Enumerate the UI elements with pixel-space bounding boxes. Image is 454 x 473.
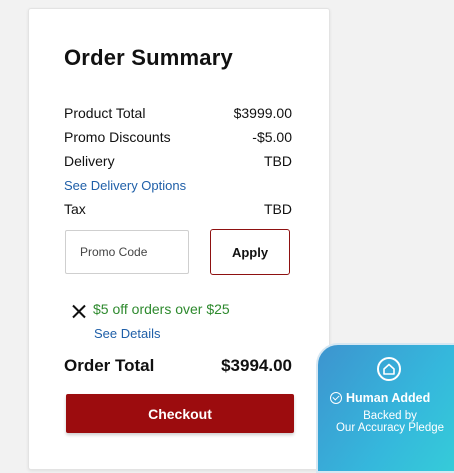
applied-promo-text: $5 off orders over $25	[93, 300, 230, 317]
human-added-label: Human Added	[330, 391, 430, 405]
accuracy-pledge-badge[interactable]: Human Added Backed by Our Accuracy Pledg…	[316, 343, 454, 473]
delivery-label: Delivery	[64, 153, 115, 169]
checkout-button[interactable]: Checkout	[66, 394, 294, 433]
human-added-text: Human Added	[346, 391, 431, 405]
apply-button[interactable]: Apply	[210, 229, 290, 275]
order-total-row: Order Total $3994.00	[64, 354, 292, 378]
tax-row: Tax TBD	[64, 199, 292, 219]
product-total-label: Product Total	[64, 105, 146, 121]
order-summary-title: Order Summary	[64, 45, 233, 70]
order-total-value: $3994.00	[221, 356, 292, 375]
promo-code-input[interactable]	[65, 230, 189, 274]
tax-label: Tax	[64, 201, 86, 217]
delivery-row: Delivery TBD	[64, 151, 292, 171]
order-summary-card: Order Summary Product Total $3999.00 Pro…	[28, 8, 330, 470]
badge-sub-line-1: Backed by	[363, 410, 417, 422]
see-details-link[interactable]: See Details	[94, 326, 160, 341]
close-icon[interactable]	[71, 304, 86, 319]
applied-promo: $5 off orders over $25	[71, 298, 230, 319]
promo-discounts-value: -$5.00	[252, 129, 292, 145]
promo-discounts-label: Promo Discounts	[64, 129, 171, 145]
see-delivery-options-link[interactable]: See Delivery Options	[64, 178, 186, 193]
tax-value: TBD	[264, 201, 292, 217]
delivery-value: TBD	[264, 153, 292, 169]
order-total-label: Order Total	[64, 356, 155, 375]
badge-sub-line-2: Our Accuracy Pledge	[335, 422, 445, 434]
badge-subtext: Backed by Our Accuracy Pledge	[318, 410, 454, 434]
promo-discounts-row: Promo Discounts -$5.00	[64, 127, 292, 147]
product-total-value: $3999.00	[233, 105, 292, 121]
product-total-row: Product Total $3999.00	[64, 103, 292, 123]
house-icon	[377, 357, 401, 381]
check-circle-icon	[330, 392, 342, 404]
